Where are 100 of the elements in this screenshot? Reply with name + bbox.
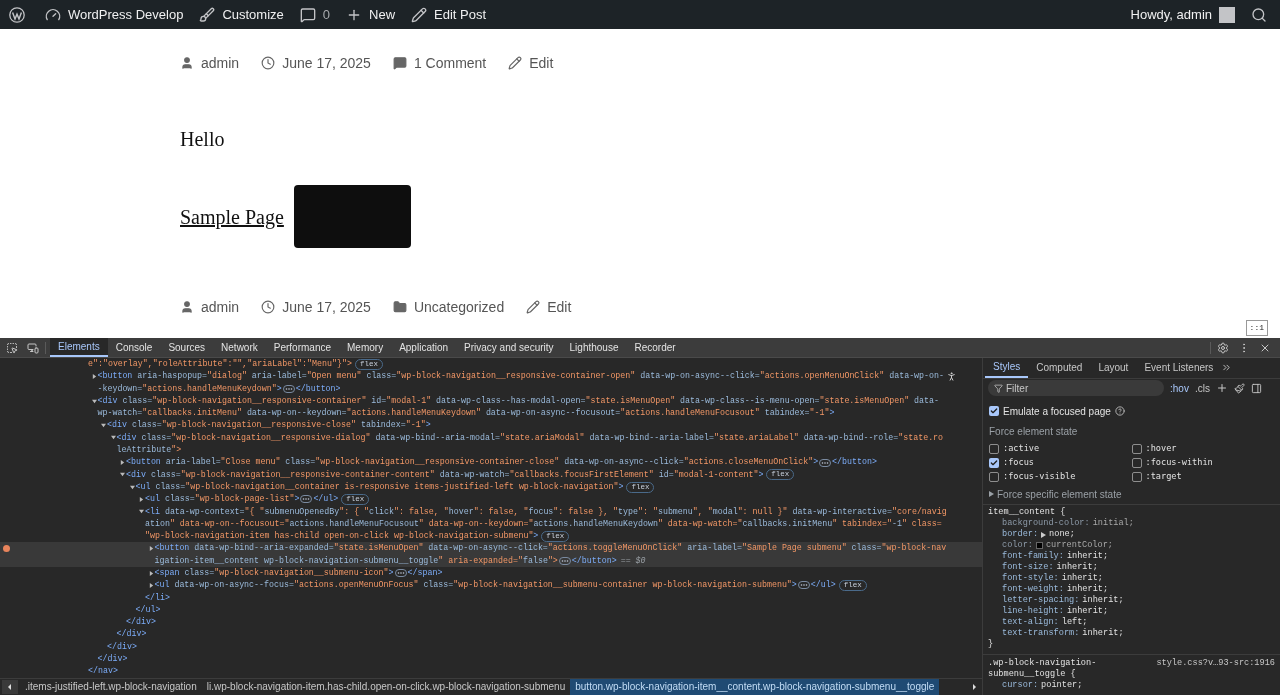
closing-tag: </button>: [571, 554, 617, 568]
collapsed-arrow-icon[interactable]: [91, 373, 97, 379]
code-text: </div>: [116, 628, 147, 641]
post-meta-link[interactable]: June 17, 2025: [282, 296, 371, 318]
code-text: igation-item__content wp-block-navigation-submenu__toggle" aria-expanded="false">: [154, 554, 558, 567]
pane-tab[interactable]: Computed: [1028, 358, 1091, 378]
post-meta-link[interactable]: Uncategorized: [413, 296, 505, 318]
filter-field[interactable]: Filter: [988, 380, 1164, 397]
devtools-tab[interactable]: Privacy and security: [456, 338, 562, 357]
checkbox[interactable]: [1131, 471, 1142, 482]
device-icon[interactable]: [27, 341, 39, 354]
devtools-tab[interactable]: Network: [213, 338, 266, 357]
code-text: leAttribute">: [116, 444, 182, 456]
expanded-arrow-icon[interactable]: [139, 509, 144, 515]
post-meta-link[interactable]: June 17, 2025: [282, 52, 371, 74]
devtools-tab[interactable]: Application: [391, 338, 457, 357]
breadcrumb[interactable]: .items-justified-left.wp-block-navigation: [20, 678, 202, 695]
ellipsis-icon[interactable]: [300, 495, 313, 504]
breadcrumb[interactable]: li.wp-block-navigation-item.has-child.open-on-click.wp-block-navigation-submenu: [201, 678, 571, 695]
expanded-arrow-icon[interactable]: [110, 435, 116, 441]
wordpress-logo[interactable]: [9, 6, 25, 23]
sidebar-toggle-icon[interactable]: [1250, 383, 1262, 394]
admin-bar-item[interactable]: Edit Post: [403, 0, 495, 29]
devtools-tab[interactable]: Console: [107, 338, 161, 357]
post-meta-link[interactable]: admin: [201, 296, 240, 318]
breadcrumb[interactable]: button.wp-block-navigation-item__content.wp-block-navigation-submenu__toggle: [570, 678, 940, 695]
ellipsis-icon[interactable]: [394, 569, 407, 578]
admin-bar-item[interactable]: 0: [291, 0, 339, 29]
checkbox[interactable]: [1131, 443, 1142, 454]
collapsed-arrow-icon[interactable]: [989, 491, 994, 497]
devtools-tab[interactable]: Lighthouse: [561, 338, 627, 357]
expand-arrow-icon[interactable]: [1041, 531, 1047, 538]
collapsed-arrow-icon[interactable]: [148, 570, 154, 576]
code-text: <ul class="wp-block-page-list">: [145, 493, 300, 506]
expanded-arrow-icon[interactable]: [120, 472, 125, 478]
nav-link[interactable]: Sample Page: [180, 201, 284, 232]
checkbox[interactable]: [989, 406, 999, 416]
post-meta-link[interactable]: 1 Comment: [413, 52, 487, 74]
devtools-tab[interactable]: Sources: [160, 338, 214, 357]
devtools-tab[interactable]: Elements: [50, 338, 108, 357]
post-meta-link[interactable]: admin: [201, 52, 240, 74]
comment-icon: [392, 56, 407, 70]
ellipsis-icon[interactable]: [797, 581, 810, 590]
submenu-toggle[interactable]: [293, 185, 411, 248]
post-meta-link[interactable]: Edit: [547, 296, 572, 318]
clock-icon: [261, 300, 276, 314]
ellipsis-icon[interactable]: [558, 556, 571, 565]
css-selector: .wp-block-navigation-: [988, 658, 1097, 669]
post-meta-link[interactable]: Edit: [529, 52, 554, 74]
code-text: <div class="wp-block-navigation__responsive-container" id="modal-1" data-wp-class--has-modal-open="state.isMenuOpen" data-wp-class--is-menu-open="state.isMenuOpen" data-: [97, 394, 939, 407]
checkbox[interactable]: [989, 457, 999, 468]
pane-tab[interactable]: Layout: [1090, 358, 1137, 378]
source-link[interactable]: style.css?v…93-src:1916: [1156, 658, 1275, 680]
expanded-arrow-icon[interactable]: [129, 484, 135, 490]
collapsed-arrow-icon[interactable]: [148, 546, 154, 552]
ellipsis-icon[interactable]: [819, 458, 832, 467]
checkbox[interactable]: [989, 443, 999, 454]
collapsed-arrow-icon[interactable]: [139, 496, 144, 502]
admin-bar-item[interactable]: WordPress Develop: [37, 0, 192, 29]
class-toggle[interactable]: .cls: [1194, 381, 1210, 396]
code-text: <div class="wp-block-navigation__responsive-dialog" data-wp-bind--aria-modal="state.ariaModal" data-wp-bind--aria-label="state.ariaLabel" data-wp-bind--role="state.ro: [116, 431, 944, 444]
ellipsis-icon[interactable]: [282, 384, 295, 393]
pencil-icon: [411, 6, 428, 23]
css-value: inherit;: [1061, 573, 1103, 584]
help-icon[interactable]: [1114, 406, 1125, 416]
scroll-left-icon[interactable]: [2, 679, 18, 694]
dock-badge[interactable]: ::1: [1245, 320, 1268, 336]
collapsed-arrow-icon[interactable]: [148, 583, 154, 588]
css-value: none;: [1049, 529, 1075, 540]
pencil-icon: [526, 300, 541, 314]
code-text: wp-watch="callbacks.initMenu" data-wp-on--keydown="actions.handleMenuKeydown" data-wp-on-async--focusout="actions.handleMenuFocusout" tabindex="-1">: [97, 407, 835, 420]
devtools-tab[interactable]: Memory: [339, 338, 392, 357]
color-swatch[interactable]: [1035, 542, 1043, 549]
devtools-tab[interactable]: Performance: [265, 338, 339, 357]
pane-tab[interactable]: Event Listeners: [1136, 358, 1222, 378]
search-icon[interactable]: [1251, 6, 1267, 23]
devtools-tab[interactable]: Recorder: [626, 338, 684, 357]
hover-toggle[interactable]: :hov: [1170, 381, 1189, 396]
closing-tag: </span>: [407, 567, 443, 580]
comment-icon: [299, 6, 316, 23]
admin-bar-item[interactable]: Customize: [191, 0, 292, 29]
inspect-icon[interactable]: [6, 341, 18, 354]
add-rule-icon[interactable]: [1215, 382, 1228, 395]
account-menu[interactable]: Howdy, admin: [1124, 4, 1241, 25]
accessibility-icon[interactable]: [946, 370, 957, 382]
settings-icon[interactable]: [1217, 341, 1229, 354]
css-value: inherit;: [1082, 595, 1124, 606]
css-property: text-align:: [1002, 617, 1059, 628]
css-property: letter-spacing:: [1002, 595, 1080, 606]
selected-row[interactable]: <button data-wp-bind--aria-expanded="state.isMenuOpen" data-wp-on-async--click="actions.toggleMenuOnClick" aria-label="Sample Page submenu" class="wp-block-nav: [0, 542, 982, 555]
checkbox[interactable]: [989, 471, 999, 482]
expanded-arrow-icon[interactable]: [101, 423, 106, 429]
admin-bar-item[interactable]: New: [338, 0, 404, 29]
checkbox[interactable]: [1131, 457, 1142, 468]
paintbrush-icon[interactable]: [1233, 383, 1245, 394]
collapsed-arrow-icon[interactable]: [120, 460, 125, 465]
pane-tab[interactable]: Styles: [985, 358, 1029, 378]
expanded-arrow-icon[interactable]: [91, 398, 97, 404]
brush-icon: [199, 6, 216, 23]
code-text: <span class="wp-block-navigation__submenu-icon">: [154, 567, 394, 579]
